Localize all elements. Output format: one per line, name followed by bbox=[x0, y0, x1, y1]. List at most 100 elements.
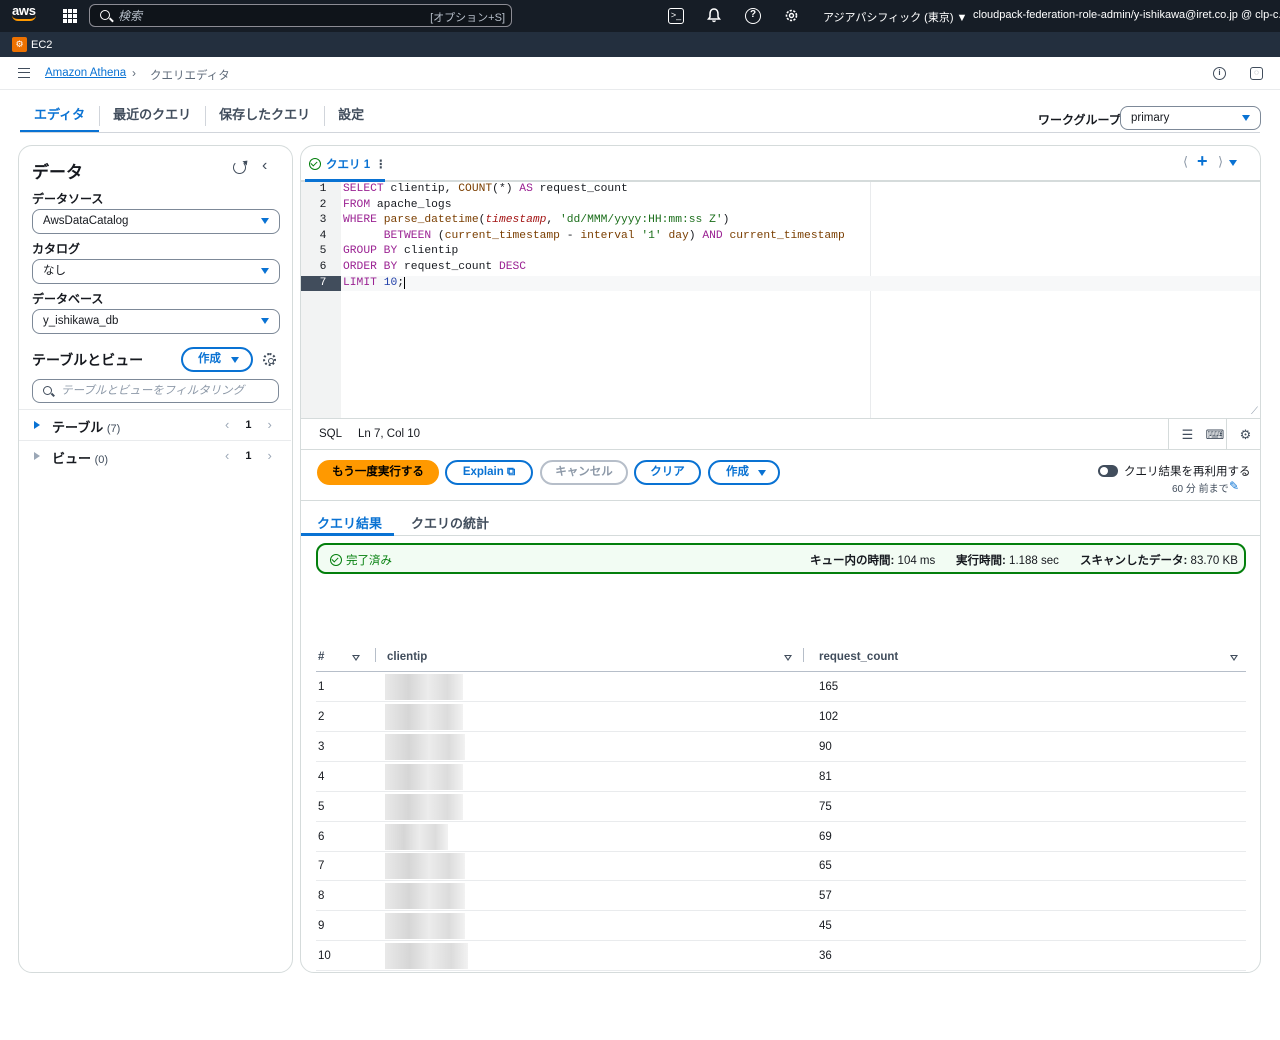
more-options-icon[interactable]: ⋮ bbox=[375, 157, 387, 171]
table-row[interactable]: 10 36 bbox=[316, 941, 1246, 972]
explain-button[interactable]: Explain ⧉ bbox=[445, 460, 533, 485]
data-panel-title: データ bbox=[32, 163, 83, 182]
page-number[interactable]: 1 bbox=[245, 450, 251, 462]
rerun-button[interactable]: もう一度実行する bbox=[317, 460, 439, 485]
line-number: 3 bbox=[319, 214, 327, 227]
notifications-bell-icon[interactable] bbox=[706, 8, 722, 24]
tabs-dropdown-icon[interactable] bbox=[1229, 160, 1237, 166]
tree-item-views[interactable]: ビュー (0) ‹ 1 › bbox=[19, 440, 291, 471]
collapse-panel-icon[interactable]: ‹ bbox=[262, 157, 267, 175]
sort-icon[interactable] bbox=[352, 655, 360, 661]
cursor-position: Ln 7, Col 10 bbox=[358, 428, 421, 440]
create-table-button[interactable]: 作成 bbox=[181, 347, 253, 372]
catalog-select[interactable]: なし bbox=[32, 259, 280, 284]
sort-icon[interactable] bbox=[784, 655, 792, 661]
row-index: 3 bbox=[318, 740, 325, 753]
chevron-right-icon[interactable]: › bbox=[267, 417, 271, 432]
expand-caret-icon[interactable] bbox=[34, 452, 40, 460]
create-label: 作成 bbox=[198, 353, 221, 365]
row-index: 7 bbox=[318, 860, 325, 873]
request-count-cell: 65 bbox=[819, 860, 832, 873]
account-menu[interactable]: cloudpack-federation-role-admin/y-ishika… bbox=[973, 9, 1280, 21]
column-header-clientip[interactable]: clientip bbox=[387, 651, 427, 663]
table-row[interactable]: 7 65 bbox=[316, 851, 1246, 882]
tab-scroll-right-icon[interactable]: ⟩ bbox=[1218, 154, 1223, 170]
search-input[interactable] bbox=[118, 7, 398, 24]
column-header-request-count[interactable]: request_count bbox=[819, 651, 898, 663]
caret-down-icon bbox=[261, 218, 269, 224]
column-divider[interactable] bbox=[803, 648, 804, 662]
table-row[interactable]: 2 102 bbox=[316, 702, 1246, 732]
editor-settings-gear-icon[interactable]: ⚙ bbox=[1226, 419, 1264, 450]
query-actions: もう一度実行する Explain ⧉ キャンセル クリア 作成 クエリ結果を再利… bbox=[301, 450, 1260, 501]
table-row[interactable]: 6 69 bbox=[316, 822, 1246, 852]
sql-editor[interactable]: 1 2 3 4 5 6 7 SELECT clientip, COUNT(*) AS req… bbox=[301, 182, 1260, 418]
table-settings-gear-icon[interactable] bbox=[263, 353, 276, 366]
page-number[interactable]: 1 bbox=[245, 419, 251, 431]
add-query-tab-icon[interactable]: + bbox=[1197, 152, 1208, 170]
query-tab[interactable]: クエリ 1 ⋮ bbox=[309, 156, 387, 172]
workgroup-select[interactable]: primary bbox=[1120, 106, 1261, 130]
chevron-right-icon[interactable]: › bbox=[267, 448, 271, 463]
request-count-cell: 90 bbox=[819, 740, 832, 753]
cancel-button[interactable]: キャンセル bbox=[540, 460, 628, 485]
table-filter-input[interactable] bbox=[61, 383, 271, 399]
clear-button[interactable]: クリア bbox=[634, 460, 701, 485]
tab-scroll-left-icon[interactable]: ⟨ bbox=[1183, 154, 1188, 170]
table-row[interactable]: 1 165 bbox=[316, 672, 1246, 702]
column-header-index[interactable]: # bbox=[318, 651, 324, 663]
tree-item-tables[interactable]: テーブル (7) ‹ 1 › bbox=[19, 409, 291, 440]
favorite-ec2-label: EC2 bbox=[31, 38, 53, 51]
current-line-highlight bbox=[341, 275, 1260, 292]
refresh-icon[interactable] bbox=[233, 161, 246, 174]
create-button[interactable]: 作成 bbox=[708, 460, 780, 485]
services-grid-icon[interactable] bbox=[63, 9, 77, 23]
help-icon[interactable]: ? bbox=[745, 8, 761, 24]
table-row[interactable]: 4 81 bbox=[316, 762, 1246, 792]
redacted-clientip bbox=[385, 943, 468, 970]
table-filter[interactable] bbox=[32, 379, 279, 403]
tab-settings[interactable]: 設定 bbox=[324, 100, 378, 133]
caret-down-icon bbox=[1242, 115, 1250, 121]
chevron-left-icon[interactable]: ‹ bbox=[225, 417, 229, 432]
menu-hamburger-icon[interactable] bbox=[18, 68, 30, 78]
line-number: 1 bbox=[319, 183, 327, 195]
table-row[interactable]: 3 90 bbox=[316, 732, 1246, 762]
code-line: ORDER BY request_count DESC bbox=[343, 261, 527, 273]
datasource-select[interactable]: AwsDataCatalog bbox=[32, 209, 280, 234]
reuse-results-toggle[interactable] bbox=[1098, 465, 1118, 477]
table-row[interactable]: 9 45 bbox=[316, 911, 1246, 942]
redacted-clientip bbox=[385, 883, 465, 910]
aws-logo[interactable]: aws bbox=[12, 4, 42, 28]
expand-caret-icon[interactable] bbox=[34, 421, 40, 429]
row-index: 8 bbox=[318, 890, 325, 903]
chevron-left-icon[interactable]: ‹ bbox=[225, 448, 229, 463]
edit-pencil-icon[interactable]: ✎ bbox=[1229, 479, 1239, 493]
code-line: WHERE parse_datetime(timestamp, 'dd/MMM/… bbox=[343, 214, 730, 227]
tab-query-stats[interactable]: クエリの統計 bbox=[411, 513, 489, 532]
tab-editor[interactable]: エディタ bbox=[20, 100, 100, 133]
info-icon[interactable]: i bbox=[1213, 67, 1226, 80]
table-row[interactable]: 5 75 bbox=[316, 792, 1246, 822]
table-row[interactable]: 8 57 bbox=[316, 881, 1246, 912]
tab-saved-queries[interactable]: 保存したクエリ bbox=[205, 100, 324, 133]
settings-gear-icon[interactable] bbox=[783, 8, 799, 24]
region-selector[interactable]: アジアパシフィック (東京) ▼ bbox=[823, 9, 967, 25]
favorite-ec2[interactable]: ⚙ EC2 bbox=[12, 37, 52, 52]
database-select[interactable]: y_ishikawa_db bbox=[32, 309, 280, 334]
cloudshell-icon[interactable]: >_ bbox=[668, 8, 684, 24]
sort-icon[interactable] bbox=[1230, 655, 1238, 661]
global-search[interactable]: [オプション+S] bbox=[89, 4, 512, 27]
request-count-cell: 36 bbox=[819, 950, 832, 963]
breadcrumb-athena-link[interactable]: Amazon Athena bbox=[45, 67, 126, 79]
resize-handle-icon[interactable]: ⟋ bbox=[1251, 406, 1258, 418]
tab-recent-queries[interactable]: 最近のクエリ bbox=[99, 100, 205, 133]
tab-query-results[interactable]: クエリ結果 bbox=[317, 513, 382, 532]
row-index: 10 bbox=[318, 950, 331, 963]
caret-down-icon bbox=[231, 357, 239, 363]
result-tabs-divider bbox=[301, 535, 1260, 536]
code-line: GROUP BY clientip bbox=[343, 245, 459, 258]
redacted-clientip bbox=[385, 763, 463, 790]
column-divider[interactable] bbox=[375, 648, 376, 662]
notifications-panel-icon[interactable]: ◌ bbox=[1250, 67, 1263, 80]
